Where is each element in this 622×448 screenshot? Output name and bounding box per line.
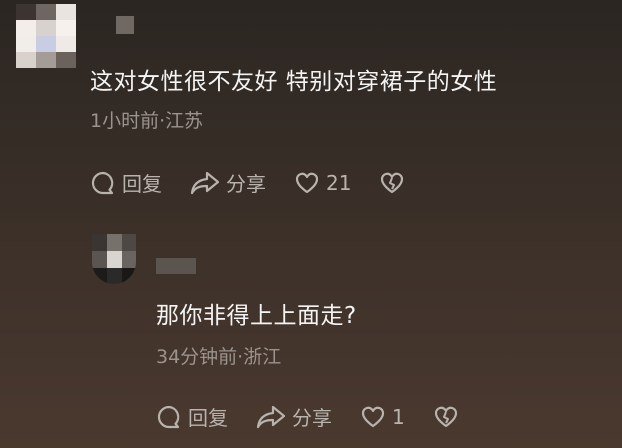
share-button[interactable]: 分享 — [190, 168, 266, 197]
broken-heart-icon — [434, 406, 457, 427]
reply-meta: 34分钟前·浙江 — [156, 346, 282, 368]
like-count: 1 — [392, 404, 405, 429]
replier-avatar[interactable] — [92, 234, 136, 284]
comment-actions: 回复 分享 21 — [90, 168, 433, 197]
reply-actions: 回复 分享 1 — [156, 402, 487, 431]
reply-label: 回复 — [122, 172, 162, 196]
reply-button[interactable]: 回复 — [90, 168, 162, 197]
reply-label: 回复 — [188, 406, 228, 430]
comment-text: 这对女性很不友好 特别对穿裙子的女性 — [90, 69, 498, 95]
heart-icon — [295, 172, 319, 193]
heart-icon — [361, 406, 385, 427]
share-button[interactable]: 分享 — [256, 402, 332, 431]
commenter-name-redacted[interactable] — [116, 16, 134, 34]
replier-name-redacted[interactable] — [156, 258, 196, 274]
share-arrow-icon — [256, 405, 286, 428]
comment-bubble-icon — [157, 405, 180, 428]
broken-heart-icon — [381, 172, 404, 193]
comment-bubble-icon — [91, 171, 114, 194]
like-count: 21 — [326, 170, 352, 195]
commenter-avatar[interactable] — [16, 4, 76, 68]
share-label: 分享 — [226, 172, 266, 196]
like-button[interactable]: 1 — [360, 405, 405, 429]
like-button[interactable]: 21 — [294, 171, 351, 195]
share-label: 分享 — [292, 406, 332, 430]
share-arrow-icon — [190, 171, 220, 194]
dislike-button[interactable] — [379, 171, 405, 195]
reply-button[interactable]: 回复 — [156, 402, 228, 431]
dislike-button[interactable] — [433, 405, 459, 429]
reply-text: 那你非得上上面走? — [156, 303, 357, 329]
comment-meta: 1小时前·江苏 — [90, 110, 204, 132]
